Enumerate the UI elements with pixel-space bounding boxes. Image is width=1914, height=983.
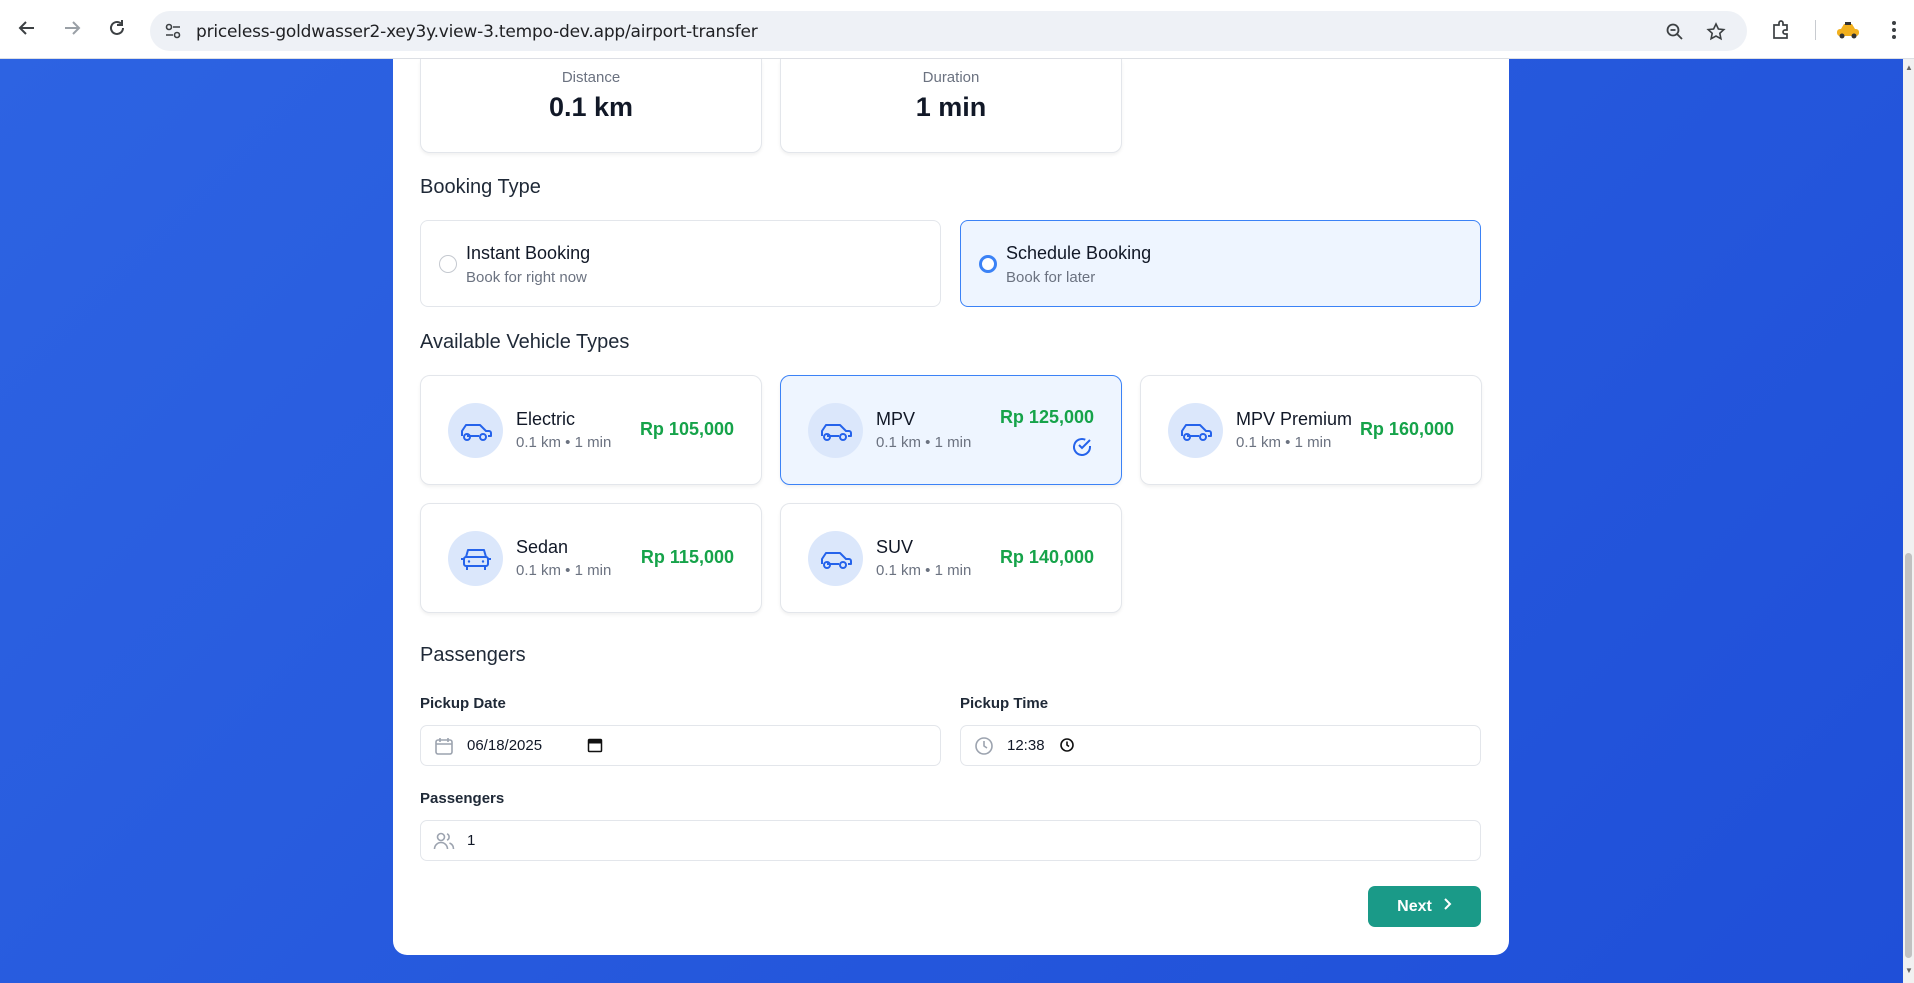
zoom-icon[interactable] (1663, 20, 1687, 44)
instant-booking-title: Instant Booking (466, 243, 591, 263)
clock-icon (973, 735, 995, 757)
forward-icon[interactable] (58, 14, 86, 42)
booking-type-title: Booking Type (420, 176, 541, 198)
vehicle-price: Rp 125,000 (999, 407, 1094, 427)
browser-toolbar: priceless-goldwasser2-xey3y.view-3.tempo… (0, 0, 1914, 59)
vehicle-card-suv[interactable]: SUV 0.1 km • 1 min Rp 140,000 (780, 503, 1122, 613)
pickup-time-label: Pickup Time (960, 695, 1049, 712)
distance-box: Distance 0.1 km (420, 59, 762, 153)
car-icon (808, 403, 863, 458)
distance-value: 0.1 km (548, 92, 634, 122)
pickup-time-value: 12:38 (1007, 737, 1045, 754)
vehicle-name: SUV (876, 537, 914, 557)
passengers-label: Passengers (420, 790, 505, 807)
vehicle-name: Electric (516, 409, 576, 429)
site-settings-icon[interactable] (162, 20, 184, 42)
vehicle-meta: 0.1 km • 1 min (516, 434, 612, 451)
scroll-up-icon[interactable]: ▲ (1904, 63, 1914, 73)
vehicle-meta: 0.1 km • 1 min (1236, 434, 1332, 451)
bookmark-star-icon[interactable] (1704, 20, 1728, 44)
pickup-date-field[interactable]: 06/18/2025 (420, 725, 941, 766)
menu-icon[interactable] (1880, 16, 1908, 44)
users-icon (433, 830, 455, 852)
passengers-section-title: Passengers (420, 644, 526, 666)
vehicle-card-electric[interactable]: Electric 0.1 km • 1 min Rp 105,000 (420, 375, 762, 485)
time-picker-icon[interactable] (1058, 736, 1076, 754)
scroll-down-icon[interactable]: ▼ (1904, 966, 1914, 976)
vehicle-price: Rp 105,000 (639, 419, 734, 439)
car-icon (1168, 403, 1223, 458)
back-icon[interactable] (13, 14, 41, 42)
scrollbar-thumb[interactable] (1905, 553, 1912, 958)
car-icon (448, 403, 503, 458)
schedule-booking-subtitle: Book for later (1006, 269, 1096, 286)
vehicle-name: MPV (876, 409, 916, 429)
vehicle-meta: 0.1 km • 1 min (876, 562, 972, 579)
duration-value: 1 min (915, 92, 987, 122)
schedule-booking-title: Schedule Booking (1006, 243, 1152, 263)
vehicle-card-mpv[interactable]: MPV 0.1 km • 1 min Rp 125,000 (780, 375, 1122, 485)
calendar-icon (433, 735, 455, 757)
extensions-icon[interactable] (1767, 16, 1795, 44)
vehicle-price: Rp 160,000 (1359, 419, 1454, 439)
chevron-right-icon (1442, 897, 1452, 916)
profile-avatar[interactable] (1834, 16, 1862, 44)
toolbar-divider (1815, 20, 1816, 40)
vehicle-name: Sedan (516, 537, 569, 557)
pickup-date-label: Pickup Date (420, 695, 506, 712)
vehicle-meta: 0.1 km • 1 min (876, 434, 972, 451)
vehicle-price: Rp 140,000 (999, 547, 1094, 567)
duration-label: Duration (922, 69, 980, 86)
pickup-date-value: 06/18/2025 (467, 737, 543, 754)
booking-card: Distance 0.1 km Duration 1 min Booking T… (393, 59, 1509, 955)
date-picker-icon[interactable] (586, 736, 604, 754)
distance-label: Distance (561, 69, 621, 86)
passengers-field[interactable]: 1 (420, 820, 1481, 861)
schedule-booking-option[interactable]: Schedule Booking Book for later (960, 220, 1481, 307)
car-icon (808, 531, 863, 586)
vehicle-card-sedan[interactable]: Sedan 0.1 km • 1 min Rp 115,000 (420, 503, 762, 613)
duration-box: Duration 1 min (780, 59, 1122, 153)
instant-booking-subtitle: Book for right now (466, 269, 587, 286)
car-front-icon (448, 531, 503, 586)
vehicle-name: MPV Premium (1236, 409, 1353, 429)
reload-icon[interactable] (103, 14, 131, 42)
check-circle-icon (1070, 435, 1094, 459)
next-button-label: Next (1397, 897, 1432, 915)
instant-booking-radio[interactable] (439, 255, 457, 273)
passengers-value: 1 (467, 832, 476, 849)
vehicle-card-mpv-premium[interactable]: MPV Premium 0.1 km • 1 min Rp 160,000 (1140, 375, 1482, 485)
vehicle-meta: 0.1 km • 1 min (516, 562, 612, 579)
next-button[interactable]: Next (1368, 886, 1481, 927)
vehicle-types-title: Available Vehicle Types (420, 331, 630, 353)
address-bar[interactable]: priceless-goldwasser2-xey3y.view-3.tempo… (150, 11, 1747, 51)
vehicle-price: Rp 115,000 (640, 547, 734, 567)
url-text: priceless-goldwasser2-xey3y.view-3.tempo… (196, 22, 758, 42)
instant-booking-option[interactable]: Instant Booking Book for right now (420, 220, 941, 307)
schedule-booking-radio[interactable] (979, 255, 997, 273)
pickup-time-field[interactable]: 12:38 (960, 725, 1481, 766)
